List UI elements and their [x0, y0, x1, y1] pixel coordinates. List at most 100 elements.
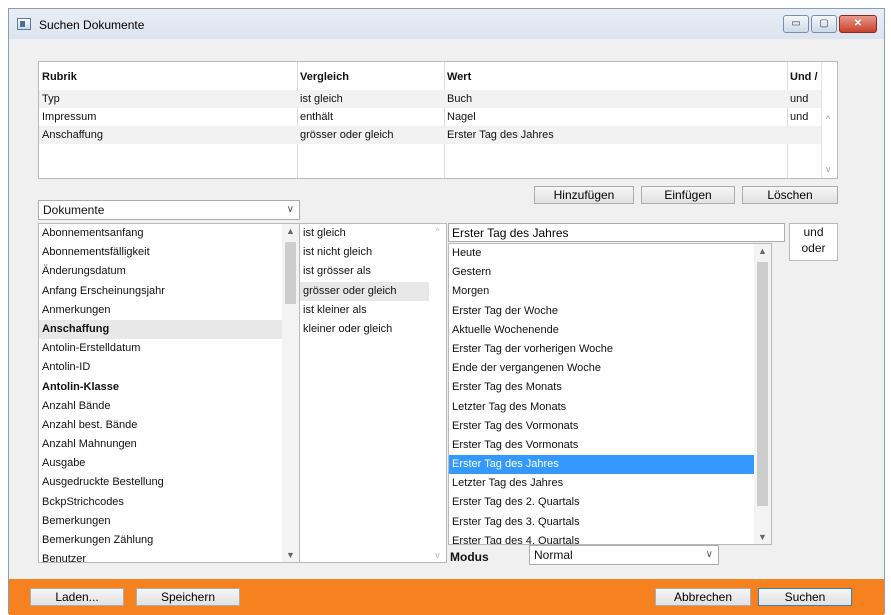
field-list-item[interactable]: Antolin-Erstelldatum: [39, 339, 299, 358]
app-icon: [17, 18, 31, 30]
field-list-item[interactable]: Bemerkungen: [39, 512, 299, 531]
value-list-item[interactable]: Heute: [449, 244, 771, 263]
value-list-item[interactable]: Letzter Tag des Monats: [449, 398, 771, 417]
category-value: Dokumente: [43, 203, 105, 217]
chevron-down-icon[interactable]: ∨: [706, 546, 713, 564]
scroll-up-icon[interactable]: ▲: [754, 246, 771, 256]
operator-list-scrollbar[interactable]: ^ v: [429, 224, 446, 562]
category-select[interactable]: Dokumente ∨: [38, 200, 300, 220]
value-list-item[interactable]: Letzter Tag des Jahres: [449, 474, 771, 493]
value-list-item[interactable]: Aktuelle Wochenende: [449, 321, 771, 340]
operator-list-item[interactable]: ist gleich: [300, 224, 446, 243]
field-list-item[interactable]: Anmerkungen: [39, 301, 299, 320]
logic-or[interactable]: oder: [790, 240, 837, 256]
operator-list-item[interactable]: grösser oder gleich: [300, 281, 446, 301]
criteria-table[interactable]: Rubrik Vergleich Wert Und / ... Typ ist …: [38, 61, 838, 179]
value-list-item[interactable]: Erster Tag des 4. Quartals: [449, 532, 771, 544]
criteria-cell: Buch: [447, 93, 473, 105]
load-button[interactable]: Laden...: [30, 588, 124, 606]
minimize-button[interactable]: ▭: [783, 15, 809, 33]
criteria-scrollbar[interactable]: ^ v: [821, 62, 837, 178]
field-list-item[interactable]: Anzahl Mahnungen: [39, 435, 299, 454]
value-list-item[interactable]: Erster Tag des 2. Quartals: [449, 493, 771, 512]
field-list-item[interactable]: Antolin-Klasse: [39, 378, 299, 397]
search-button[interactable]: Suchen: [758, 588, 852, 606]
column-header-vergleich[interactable]: Vergleich: [297, 68, 444, 86]
field-list-item[interactable]: Antolin-ID: [39, 358, 299, 377]
field-list-item[interactable]: Anfang Erscheinungsjahr: [39, 282, 299, 301]
operator-list-item[interactable]: ist nicht gleich: [300, 243, 446, 262]
window-title: Suchen Dokumente: [39, 18, 145, 32]
criteria-cell: und: [790, 93, 809, 105]
logic-and[interactable]: und: [790, 224, 837, 240]
field-list-item[interactable]: Ausgabe: [39, 454, 299, 473]
save-button[interactable]: Speichern: [136, 588, 240, 606]
scroll-up-icon[interactable]: ^: [826, 114, 830, 124]
criteria-cell: ist gleich: [300, 93, 343, 105]
delete-button[interactable]: Löschen: [742, 186, 838, 204]
value-list-item[interactable]: Erster Tag des Vormonats: [449, 436, 771, 455]
value-list-item[interactable]: Erster Tag des Vormonats: [449, 417, 771, 436]
field-list-item[interactable]: Abonnementsfälligkeit: [39, 243, 299, 262]
maximize-button[interactable]: ▢: [811, 15, 837, 33]
footer-bar: Laden... Speichern Abbrechen Suchen: [9, 579, 884, 615]
column-header-und[interactable]: Und / ...: [787, 68, 823, 86]
field-list-item[interactable]: BckpStrichcodes: [39, 493, 299, 512]
criteria-cell: Erster Tag des Jahres: [447, 129, 554, 141]
column-header-rubrik[interactable]: Rubrik: [39, 68, 297, 86]
value-list-item[interactable]: Erster Tag der vorherigen Woche: [449, 340, 771, 359]
criteria-cell: und: [790, 111, 809, 123]
scroll-down-icon[interactable]: ▼: [754, 532, 771, 542]
value-list-scrollbar[interactable]: ▲ ▼: [754, 244, 771, 544]
search-documents-window: Suchen Dokumente ▭ ▢ ✕ Rubrik Vergleich …: [8, 8, 885, 615]
value-input[interactable]: [448, 223, 785, 242]
criteria-header-row: Rubrik Vergleich Wert Und / ...: [39, 68, 837, 86]
field-list-item[interactable]: Anzahl best. Bände: [39, 416, 299, 435]
criteria-cell: [787, 126, 823, 144]
criteria-row[interactable]: Anschaffung grösser oder gleich Erster T…: [39, 126, 837, 144]
value-list-item[interactable]: Morgen: [449, 282, 771, 301]
operator-list-item[interactable]: ist kleiner als: [300, 301, 446, 320]
value-list-item[interactable]: Gestern: [449, 263, 771, 282]
value-list-item[interactable]: Ende der vergangenen Woche: [449, 359, 771, 378]
scroll-down-icon[interactable]: v: [429, 550, 446, 560]
logic-operator-list[interactable]: und oder: [789, 223, 838, 261]
field-list-item[interactable]: Benutzer: [39, 550, 299, 562]
value-list-item[interactable]: Erster Tag der Woche: [449, 302, 771, 321]
operator-list-item[interactable]: kleiner oder gleich: [300, 320, 446, 339]
value-list-item[interactable]: Erster Tag des Jahres: [449, 455, 771, 475]
scroll-down-icon[interactable]: ▼: [282, 550, 299, 560]
value-list-item[interactable]: Erster Tag des Monats: [449, 378, 771, 397]
operator-list-item[interactable]: ist grösser als: [300, 262, 446, 281]
field-list-item[interactable]: Bemerkungen Zählung: [39, 531, 299, 550]
search-panel: Rubrik Vergleich Wert Und / ... Typ ist …: [9, 39, 884, 579]
criteria-row[interactable]: Typ ist gleich Buch und: [39, 90, 837, 108]
scroll-down-icon[interactable]: v: [826, 164, 831, 174]
field-list-item[interactable]: Abonnementsanfang: [39, 224, 299, 243]
scroll-up-icon[interactable]: ^: [429, 226, 446, 236]
criteria-cell: Typ: [42, 93, 60, 105]
scroll-thumb[interactable]: [757, 262, 768, 506]
scroll-thumb[interactable]: [285, 242, 296, 304]
column-header-wert[interactable]: Wert: [444, 68, 787, 86]
field-list-item[interactable]: Anschaffung: [39, 319, 299, 340]
value-list-item[interactable]: Erster Tag des 3. Quartals: [449, 513, 771, 532]
cancel-button[interactable]: Abbrechen: [655, 588, 751, 606]
chevron-down-icon[interactable]: ∨: [287, 201, 294, 219]
scroll-up-icon[interactable]: ▲: [282, 226, 299, 236]
criteria-cell: enthält: [300, 111, 334, 123]
criteria-cell: Impressum: [42, 111, 97, 123]
field-list-item[interactable]: Ausgedruckte Bestellung: [39, 473, 299, 492]
mode-select[interactable]: Normal ∨: [529, 545, 719, 565]
insert-button[interactable]: Einfügen: [641, 186, 735, 204]
operator-list[interactable]: ist gleich ist nicht gleich ist grösser al…: [299, 223, 447, 563]
add-button[interactable]: Hinzufügen: [534, 186, 634, 204]
field-list-scrollbar[interactable]: ▲ ▼: [282, 224, 299, 562]
field-list-item[interactable]: Änderungsdatum: [39, 262, 299, 281]
field-list[interactable]: Abonnementsanfang Abonnementsfälligkeit Än…: [38, 223, 300, 563]
criteria-cell: Nagel: [447, 111, 476, 123]
value-list[interactable]: Heute Gestern Morgen Erster Tag der Woche Ak…: [448, 243, 772, 545]
close-button[interactable]: ✕: [839, 15, 877, 33]
criteria-row[interactable]: Impressum enthält Nagel und: [39, 108, 837, 126]
field-list-item[interactable]: Anzahl Bände: [39, 397, 299, 416]
